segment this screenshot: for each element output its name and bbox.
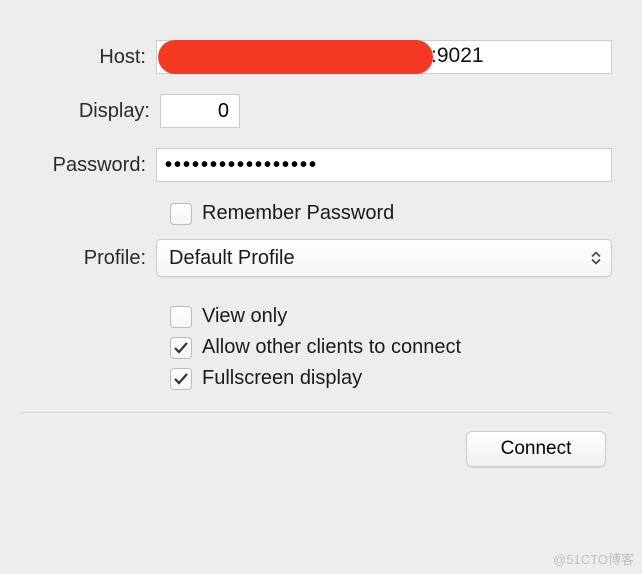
host-label: Host:	[20, 46, 156, 69]
divider	[20, 412, 612, 413]
profile-select[interactable]: Default Profile	[156, 239, 612, 277]
fullscreen-label: Fullscreen display	[202, 367, 362, 390]
allow-others-label: Allow other clients to connect	[202, 336, 461, 359]
fullscreen-row: Fullscreen display	[170, 367, 612, 390]
allow-others-checkbox[interactable]	[170, 337, 192, 359]
profile-selected-value: Default Profile	[169, 247, 295, 270]
profile-label: Profile:	[20, 247, 156, 270]
host-row: Host: :9021	[20, 40, 612, 74]
checkmark-icon	[174, 341, 188, 355]
connection-dialog: Host: :9021 Display: Password: Remember …	[0, 0, 642, 487]
updown-arrows-icon	[591, 252, 601, 265]
password-row: Password:	[20, 148, 612, 182]
view-only-label: View only	[202, 305, 287, 328]
checkmark-icon	[174, 372, 188, 386]
remember-row: Remember Password	[170, 202, 612, 225]
password-label: Password:	[20, 154, 156, 177]
remember-password-label: Remember Password	[202, 202, 394, 225]
host-field-wrap: :9021	[156, 40, 612, 74]
remember-password-checkbox[interactable]	[170, 203, 192, 225]
display-label: Display:	[20, 100, 160, 123]
password-input[interactable]	[156, 148, 612, 182]
fullscreen-checkbox[interactable]	[170, 368, 192, 390]
display-input[interactable]	[160, 94, 240, 128]
view-only-checkbox[interactable]	[170, 306, 192, 328]
connect-button[interactable]: Connect	[466, 431, 606, 467]
allow-others-row: Allow other clients to connect	[170, 336, 612, 359]
profile-row: Profile: Default Profile	[20, 239, 612, 277]
view-only-row: View only	[170, 305, 612, 328]
watermark: @51CTO博客	[553, 549, 634, 568]
host-input[interactable]	[156, 40, 612, 74]
options-group: View only Allow other clients to connect…	[170, 305, 612, 390]
button-row: Connect	[20, 431, 612, 467]
display-row: Display:	[20, 94, 612, 128]
